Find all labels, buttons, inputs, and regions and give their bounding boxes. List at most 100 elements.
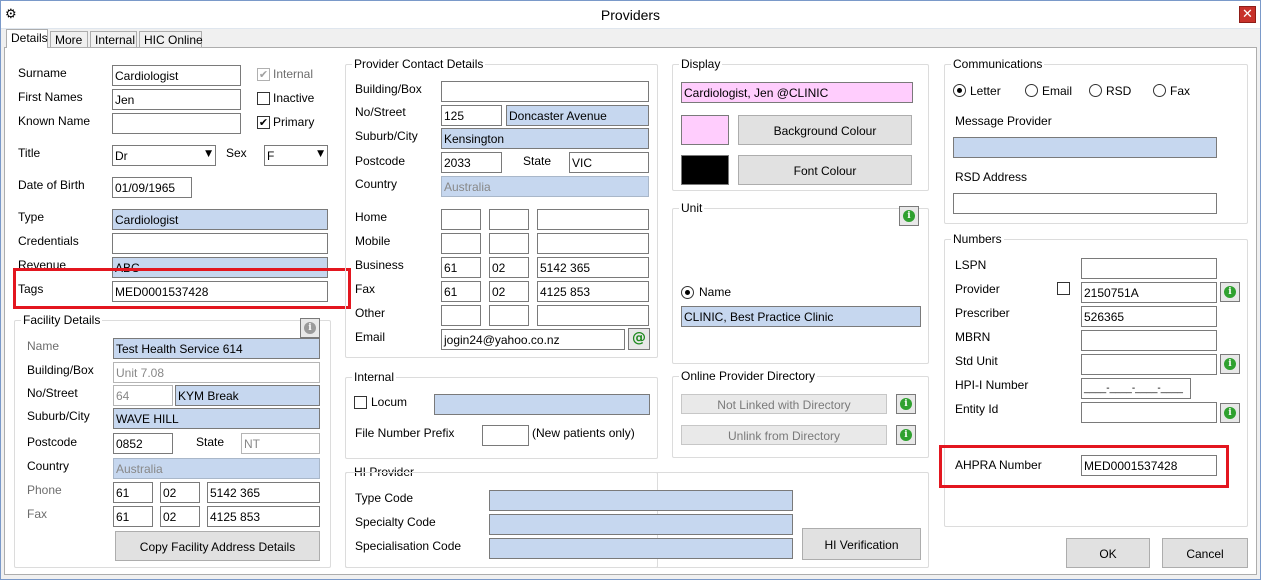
letter-radio[interactable] — [953, 84, 966, 97]
provider-number-info-icon[interactable]: i — [1220, 282, 1240, 302]
send-email-icon[interactable]: @ — [628, 328, 650, 350]
mbrn-field[interactable] — [1081, 330, 1217, 351]
font-colour-swatch — [681, 155, 729, 185]
other-phone-area[interactable] — [489, 305, 529, 326]
primary-checkbox[interactable]: ✔ — [257, 116, 270, 129]
provider-number-checkbox[interactable] — [1057, 282, 1070, 295]
entity-id-label: Entity Id — [955, 402, 999, 416]
facility-suburb-field[interactable]: WAVE HILL — [113, 408, 320, 429]
home-phone-country[interactable] — [441, 209, 481, 230]
other-phone-number[interactable] — [537, 305, 649, 326]
facility-phone-number[interactable]: 5142 365 — [207, 482, 320, 503]
facility-name-field[interactable]: Test Health Service 614 — [113, 338, 320, 359]
fax-radio[interactable] — [1153, 84, 1166, 97]
mobile-phone-number[interactable] — [537, 233, 649, 254]
display-name-field[interactable]: Cardiologist, Jen @CLINIC — [681, 82, 913, 103]
background-colour-button[interactable]: Background Colour — [738, 115, 912, 145]
contact-street-no-field[interactable]: 125 — [441, 105, 502, 126]
facility-fax-country[interactable]: 61 — [113, 506, 153, 527]
known-name-field[interactable] — [112, 113, 241, 134]
facility-fax-area[interactable]: 02 — [160, 506, 200, 527]
business-phone-area[interactable]: 02 — [489, 257, 529, 278]
lspn-label: LSPN — [955, 258, 987, 272]
facility-state-field[interactable]: NT — [241, 433, 320, 454]
mobile-phone-country[interactable] — [441, 233, 481, 254]
surname-field[interactable]: Cardiologist — [112, 65, 241, 86]
inactive-checkbox[interactable] — [257, 92, 270, 105]
not-linked-directory-button[interactable]: Not Linked with Directory — [681, 394, 887, 414]
facility-postcode-field[interactable]: 0852 — [113, 433, 173, 454]
type-field[interactable]: Cardiologist — [112, 209, 328, 230]
credentials-field[interactable] — [112, 233, 328, 254]
facility-country-field[interactable]: Australia — [113, 458, 320, 479]
rsd-address-label: RSD Address — [955, 170, 1028, 184]
std-unit-field[interactable] — [1081, 354, 1217, 375]
other-phone-country[interactable] — [441, 305, 481, 326]
rsd-radio[interactable] — [1089, 84, 1102, 97]
facility-street-field[interactable]: KYM Break — [175, 385, 320, 406]
unlink-directory-button[interactable]: Unlink from Directory — [681, 425, 887, 445]
locum-field[interactable] — [434, 394, 650, 415]
internal-checkbox[interactable]: ✔ — [257, 68, 270, 81]
title-label: Title — [18, 146, 41, 160]
tab-details[interactable]: Details — [6, 29, 48, 48]
contact-fax-area[interactable]: 02 — [489, 281, 529, 302]
font-colour-button[interactable]: Font Colour — [738, 155, 912, 185]
contact-fax-number[interactable]: 4125 853 — [537, 281, 649, 302]
locum-checkbox[interactable] — [354, 396, 367, 409]
facility-info-icon[interactable]: i — [300, 318, 320, 338]
facility-building-field[interactable]: Unit 7.08 — [113, 362, 320, 383]
business-phone-country[interactable]: 61 — [441, 257, 481, 278]
tab-more[interactable]: More — [50, 31, 88, 48]
facility-phone-country[interactable]: 61 — [113, 482, 153, 503]
sex-select[interactable]: F ▼ — [264, 145, 328, 166]
unit-name-field[interactable]: CLINIC, Best Practice Clinic — [681, 306, 921, 327]
contact-fax-country[interactable]: 61 — [441, 281, 481, 302]
file-prefix-field[interactable] — [482, 425, 529, 446]
tab-internal[interactable]: Internal — [90, 31, 137, 48]
facility-details-title: Facility Details — [21, 313, 103, 327]
entity-id-info-icon[interactable]: i — [1220, 403, 1240, 423]
contact-state-field[interactable]: VIC — [569, 152, 649, 173]
facility-phone-area[interactable]: 02 — [160, 482, 200, 503]
home-phone-area[interactable] — [489, 209, 529, 230]
facility-street-no-field[interactable]: 64 — [113, 385, 173, 406]
email-field[interactable]: jogin24@yahoo.co.nz — [441, 329, 625, 350]
contact-street-field[interactable]: Doncaster Avenue — [506, 105, 649, 126]
prescriber-field[interactable]: 526365 — [1081, 306, 1217, 327]
hpii-label: HPI-I Number — [955, 378, 1029, 392]
unit-info-icon[interactable]: i — [899, 206, 919, 226]
hi-verification-button[interactable]: HI Verification — [802, 528, 921, 560]
first-names-label: First Names — [18, 90, 83, 104]
home-phone-number[interactable] — [537, 209, 649, 230]
unit-name-radio[interactable] — [681, 286, 694, 299]
contact-building-field[interactable] — [441, 81, 649, 102]
entity-id-field[interactable] — [1081, 402, 1217, 423]
message-provider-field[interactable] — [953, 137, 1217, 158]
provider-number-field[interactable]: 2150751A — [1081, 282, 1217, 303]
rsd-address-field[interactable] — [953, 193, 1217, 214]
directory-link-info-icon[interactable]: i — [896, 394, 916, 414]
close-button[interactable]: ✕ — [1239, 6, 1256, 23]
copy-facility-address-button[interactable]: Copy Facility Address Details — [115, 531, 320, 561]
ok-button[interactable]: OK — [1066, 538, 1150, 568]
title-select[interactable]: Dr ▼ — [112, 145, 216, 166]
cancel-button[interactable]: Cancel — [1162, 538, 1248, 568]
known-name-label: Known Name — [18, 114, 91, 128]
hpii-field[interactable]: ____-____-____-____ — [1081, 378, 1191, 399]
mobile-phone-area[interactable] — [489, 233, 529, 254]
tab-hic-online[interactable]: HIC Online — [139, 31, 203, 48]
lspn-field[interactable] — [1081, 258, 1217, 279]
dob-field[interactable]: 01/09/1965 — [112, 177, 192, 198]
directory-unlink-info-icon[interactable]: i — [896, 425, 916, 445]
contact-postcode-label: Postcode — [355, 154, 406, 168]
first-names-field[interactable]: Jen — [112, 89, 241, 110]
contact-country-field[interactable]: Australia — [441, 176, 649, 197]
email-radio[interactable] — [1025, 84, 1038, 97]
business-phone-number[interactable]: 5142 365 — [537, 257, 649, 278]
contact-suburb-field[interactable]: Kensington — [441, 128, 649, 149]
other-phone-label: Other — [355, 306, 386, 320]
std-unit-info-icon[interactable]: i — [1220, 354, 1240, 374]
contact-postcode-field[interactable]: 2033 — [441, 152, 502, 173]
facility-fax-number[interactable]: 4125 853 — [207, 506, 320, 527]
